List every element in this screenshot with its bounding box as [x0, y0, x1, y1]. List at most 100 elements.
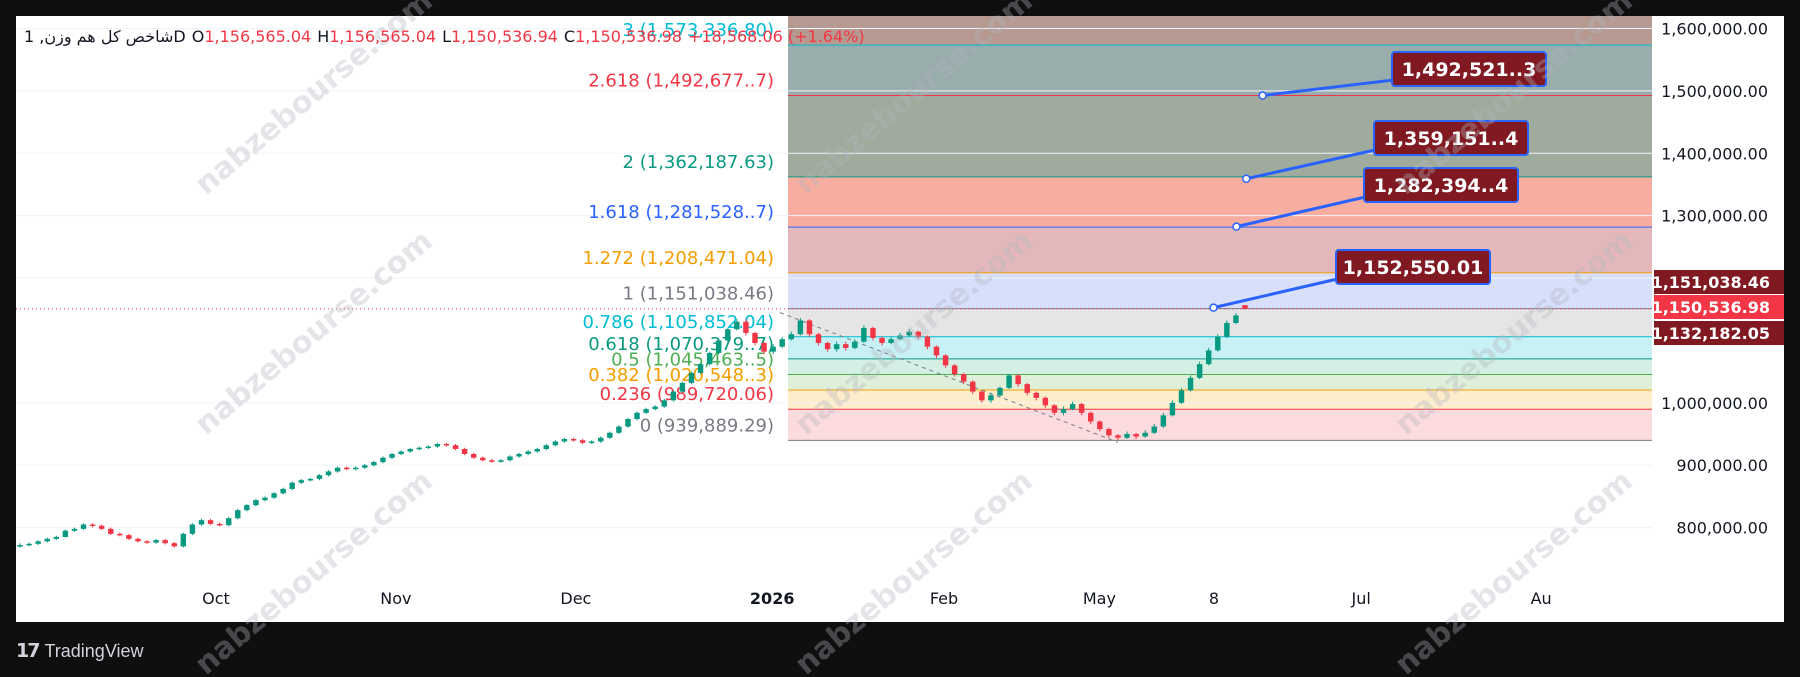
candle-body-48 — [452, 445, 459, 449]
candle-body-85 — [788, 334, 795, 340]
target-anchor-1 — [1242, 174, 1251, 183]
candle-body-71 — [661, 400, 667, 407]
price-badge-0: 1,151,038.46 — [1652, 273, 1770, 292]
candle-body-1 — [26, 543, 32, 546]
y-tick-2: 1,400,000.00 — [1661, 144, 1768, 163]
target-label-3: 1,152,550.01 — [1343, 257, 1484, 279]
target-anchor-3 — [1209, 303, 1218, 312]
candle-body-17 — [171, 543, 177, 547]
candle-body-82 — [761, 342, 767, 352]
candle-body-109 — [1006, 375, 1012, 388]
candlestick-chart[interactable]: 3 (1,573,336.80)2.618 (1,492,677..7)2 (1… — [0, 0, 1800, 677]
candle-body-115 — [1060, 409, 1067, 413]
candle-body-4 — [53, 536, 60, 539]
candle-body-78 — [725, 329, 731, 341]
candle-body-84 — [779, 339, 785, 347]
candle-body-81 — [752, 332, 758, 343]
candle-body-5 — [62, 530, 69, 537]
fib-zone-11 — [788, 409, 1652, 441]
x-label-3: 2026 — [750, 589, 795, 608]
candle-body-9 — [98, 525, 105, 529]
fib-zone-3 — [788, 176, 1652, 228]
fib-label-4: 1.272 (1,208,471.04) — [582, 248, 774, 269]
x-label-4: Feb — [930, 589, 958, 608]
candle-body-42 — [398, 451, 404, 454]
candle-body-23 — [225, 518, 232, 526]
x-label-5: May — [1083, 589, 1116, 608]
candle-body-104 — [960, 374, 967, 382]
candle-body-6 — [71, 528, 78, 531]
candle-body-125 — [1151, 426, 1157, 433]
candle-body-128 — [1178, 390, 1185, 403]
candle-body-45 — [425, 446, 432, 448]
candle-body-116 — [1069, 404, 1076, 410]
candle-body-0 — [17, 545, 23, 547]
candle-body-131 — [1205, 350, 1212, 365]
candle-body-58 — [543, 445, 550, 449]
y-tick-7: 800,000.00 — [1676, 519, 1768, 538]
candle-body-11 — [117, 533, 123, 536]
candle-body-56 — [525, 451, 531, 454]
fib-label-5: 1 (1,151,038.46) — [623, 284, 774, 305]
candle-body-111 — [1024, 384, 1030, 393]
candle-body-39 — [371, 462, 377, 466]
legend-open: O1,156,565.04 — [191, 27, 312, 46]
x-label-1: Nov — [380, 589, 411, 608]
candle-body-61 — [570, 439, 577, 441]
candle-body-60 — [561, 439, 568, 442]
candle-body-90 — [833, 344, 840, 350]
candle-body-37 — [353, 467, 359, 470]
candle-body-88 — [815, 334, 822, 343]
target-anchor-0 — [1258, 91, 1267, 100]
candle-body-102 — [942, 355, 949, 366]
tradingview-logo[interactable]: 𝟭𝟳 TradingView — [16, 640, 144, 663]
candle-body-52 — [489, 460, 495, 462]
candle-body-119 — [1097, 421, 1103, 430]
candle-body-16 — [162, 540, 168, 544]
candle-body-62 — [579, 440, 586, 443]
candle-body-30 — [289, 482, 295, 489]
candle-body-7 — [80, 524, 87, 529]
candle-body-31 — [298, 480, 305, 483]
candle-body-67 — [625, 419, 631, 427]
candle-body-25 — [244, 505, 250, 511]
candle-body-12 — [126, 535, 132, 539]
y-tick-0: 1,600,000.00 — [1661, 19, 1768, 38]
candle-body-57 — [534, 448, 540, 452]
candle-body-47 — [443, 444, 450, 446]
candle-body-101 — [933, 346, 940, 356]
fib-zone-9 — [788, 374, 1652, 391]
candle-body-134 — [1233, 315, 1239, 323]
candle-body-26 — [253, 500, 259, 506]
tradingview-mark-icon: 𝟭𝟳 — [16, 641, 40, 662]
y-tick-3: 1,300,000.00 — [1661, 207, 1768, 226]
candle-body-126 — [1160, 415, 1167, 427]
legend-change: +18,568.06 (+1.64%) — [687, 27, 865, 46]
candle-body-54 — [507, 456, 513, 461]
candle-body-63 — [588, 441, 595, 444]
fib-label-10: 0.236 (989,720.06) — [600, 384, 774, 405]
candle-body-29 — [280, 488, 286, 494]
candle-body-80 — [743, 321, 749, 333]
candle-body-35 — [334, 467, 341, 472]
candle-body-18 — [180, 533, 187, 547]
candle-body-86 — [797, 320, 804, 335]
candle-body-53 — [498, 460, 504, 462]
candle-body-74 — [688, 372, 695, 383]
candle-body-69 — [643, 409, 649, 413]
candle-body-77 — [715, 340, 722, 353]
candle-body-28 — [271, 493, 277, 498]
candle-body-91 — [843, 344, 849, 348]
candle-body-93 — [861, 327, 867, 342]
candle-body-49 — [461, 448, 468, 454]
fib-label-3: 1.618 (1,281,528..7) — [588, 202, 774, 223]
fib-zone-10 — [788, 390, 1652, 410]
x-label-0: Oct — [202, 589, 230, 608]
candle-body-89 — [824, 342, 831, 350]
candle-body-32 — [307, 478, 314, 481]
candle-body-87 — [806, 320, 813, 335]
y-tick-1: 1,500,000.00 — [1661, 82, 1768, 101]
candle-body-124 — [1142, 432, 1148, 437]
legend-high: H1,156,565.04 — [317, 27, 437, 46]
candle-body-22 — [216, 523, 223, 526]
